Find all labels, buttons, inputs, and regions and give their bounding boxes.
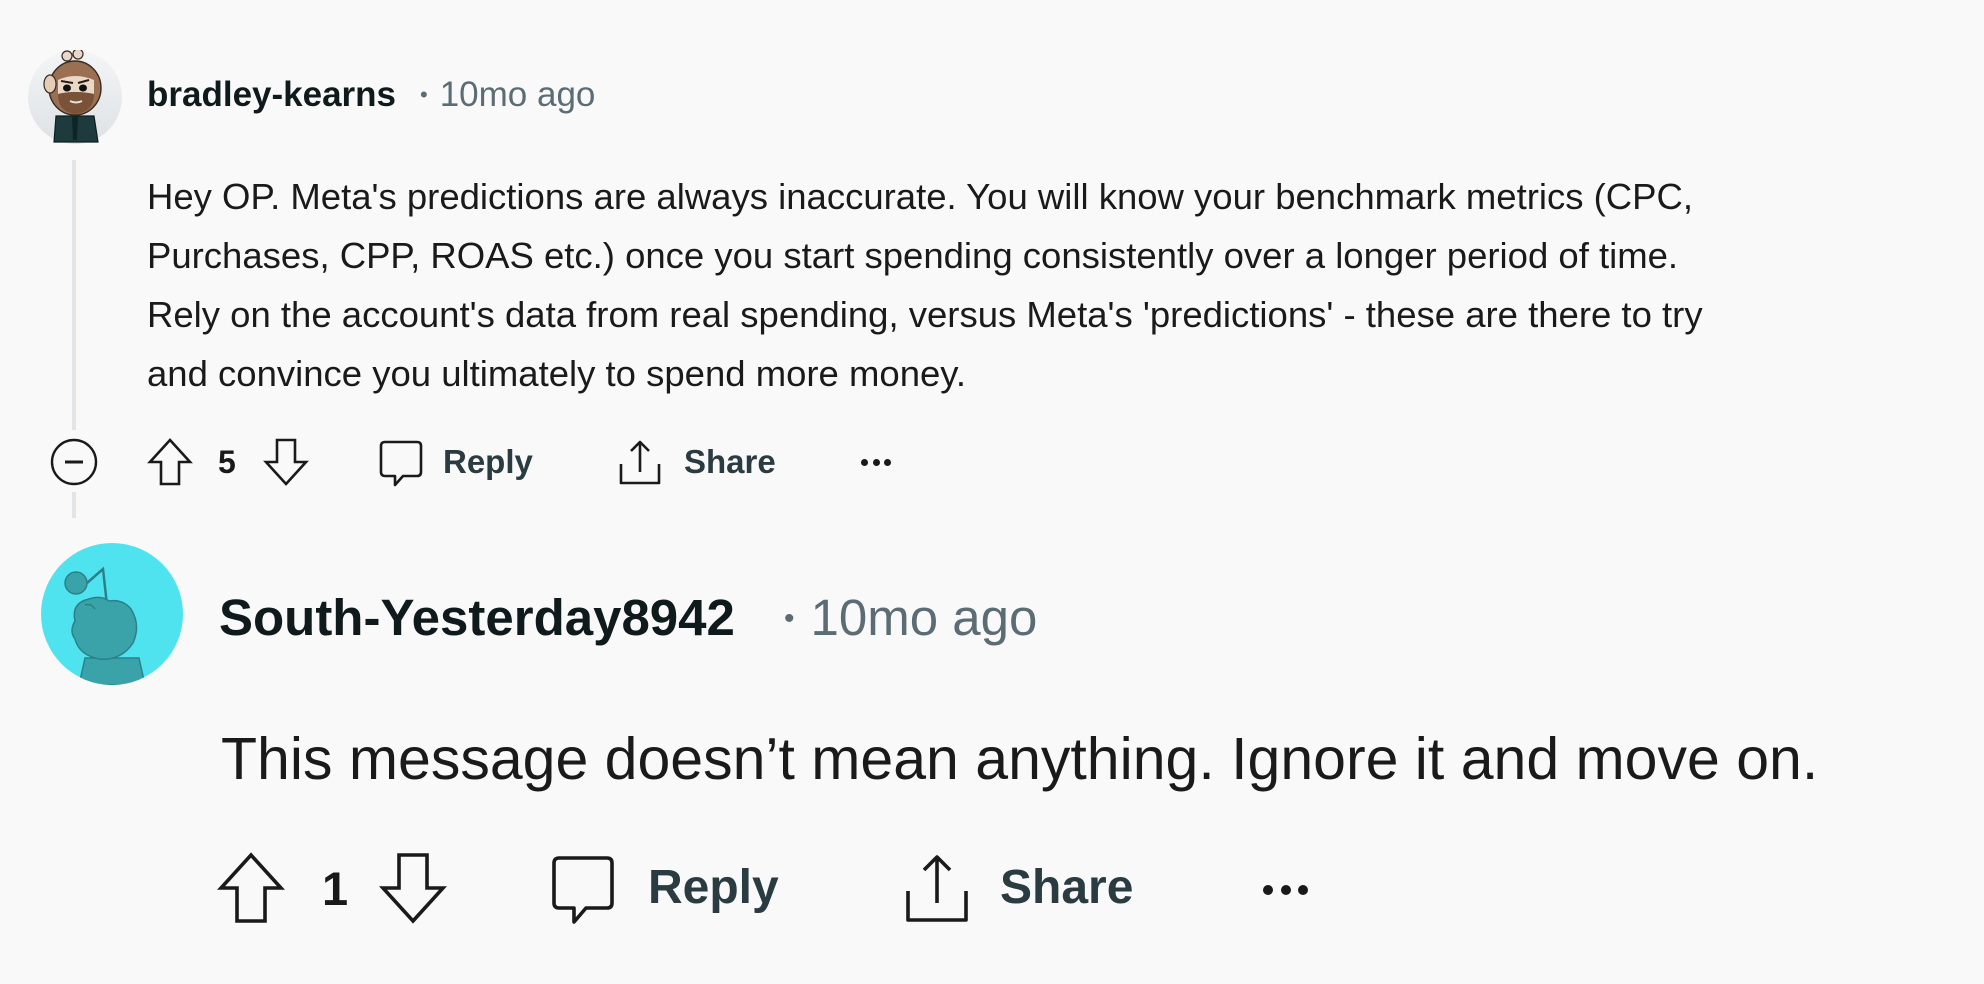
comment-body-line: and convince you ultimately to spend mor… <box>147 353 966 394</box>
bearded-snoo-avatar-icon <box>28 50 122 144</box>
comment-body-line: Hey OP. Meta's predictions are always in… <box>147 176 1694 217</box>
share-button[interactable]: Share <box>1000 860 1133 916</box>
collapse-minus-circle-icon[interactable] <box>50 438 98 486</box>
speech-bubble-icon[interactable] <box>378 439 424 487</box>
vote-count: 5 <box>218 444 236 480</box>
comment-meta: • 10mo ago <box>784 588 1037 649</box>
upvote-arrow-icon[interactable] <box>147 438 193 486</box>
username-link[interactable]: South-Yesterday8942 <box>219 588 735 648</box>
share-icon[interactable] <box>903 852 971 924</box>
ellipsis-icon <box>1280 885 1291 895</box>
avatar[interactable] <box>28 50 122 144</box>
comment-meta: • 10mo ago <box>420 74 595 116</box>
more-options-button[interactable] <box>861 457 891 467</box>
timestamp[interactable]: 10mo ago <box>440 75 596 114</box>
timestamp[interactable]: 10mo ago <box>811 589 1038 646</box>
downvote-arrow-icon[interactable] <box>379 852 447 924</box>
ellipsis-icon <box>884 458 891 466</box>
comment-body-line: This message doesn’t mean anything. Igno… <box>221 726 1819 792</box>
reply-button[interactable]: Reply <box>443 443 533 481</box>
ellipsis-icon <box>861 458 868 466</box>
ellipsis-icon <box>1298 885 1308 895</box>
default-snoo-avatar-icon <box>41 543 183 685</box>
share-button[interactable]: Share <box>684 443 776 481</box>
ellipsis-icon <box>1263 885 1273 895</box>
vote-count: 1 <box>322 862 349 915</box>
thread-line[interactable] <box>72 160 76 430</box>
thread-line[interactable] <box>72 492 76 518</box>
avatar[interactable] <box>41 543 183 685</box>
share-icon[interactable] <box>617 438 663 486</box>
ellipsis-icon <box>872 458 880 466</box>
separator-dot: • <box>784 602 795 635</box>
reply-button[interactable]: Reply <box>648 860 779 916</box>
more-options-button[interactable] <box>1263 884 1308 896</box>
downvote-arrow-icon[interactable] <box>263 438 309 486</box>
username-link[interactable]: bradley-kearns <box>147 74 396 116</box>
upvote-arrow-icon[interactable] <box>217 852 285 924</box>
comment-body-line: Purchases, CPP, ROAS etc.) once you star… <box>147 235 1679 276</box>
speech-bubble-icon[interactable] <box>550 854 616 926</box>
comment-body-line: Rely on the account's data from real spe… <box>147 294 1703 335</box>
separator-dot: • <box>420 82 428 107</box>
